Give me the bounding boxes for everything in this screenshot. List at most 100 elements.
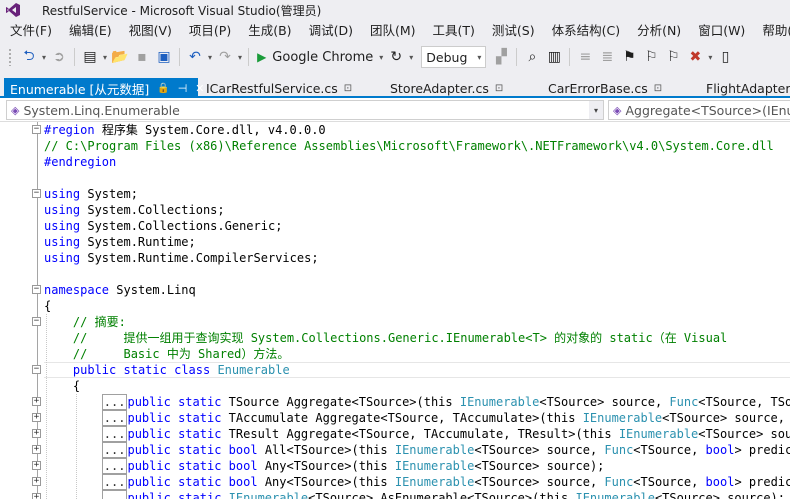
navigate-forward-icon[interactable]: ➲ [48,46,70,68]
collapsed-code-marker[interactable]: ... [101,410,128,426]
redo-icon[interactable]: ↷ [214,46,236,68]
code-line: using System.Runtime; [44,235,196,249]
collapsed-code-marker[interactable]: ... [101,474,128,490]
undo-icon[interactable]: ↶ [184,46,206,68]
comment-out-icon[interactable]: ≡ [574,46,596,68]
save-all-icon[interactable]: ▣ [153,46,175,68]
types-dropdown[interactable]: ◈ System.Linq.Enumerable ▾ [6,100,604,120]
code-line: using System; [44,187,138,201]
clear-bookmarks-icon[interactable]: ✖ [684,46,706,68]
tab-label: ICarRestfulService.cs [206,80,338,96]
solution-explorer-icon[interactable]: ▥ [543,46,565,68]
pin-icon[interactable]: ⊣ [178,82,188,95]
start-debugging-button[interactable]: ▶ Google Chrome [253,46,377,68]
collapsed-code-marker[interactable]: ... [101,442,128,458]
code-line: { [44,379,81,393]
code-line: ... public static IEnumerable<TSource> As… [44,490,785,499]
chevron-down-icon[interactable]: ▾ [589,101,603,119]
code-line: using System.Collections.Generic; [44,219,283,233]
save-icon[interactable]: ▪ [131,46,153,68]
code-line: using System.Collections; [44,203,225,217]
collapsed-code-marker[interactable]: ... [101,490,128,499]
members-dropdown-value: Aggregate<TSource>(IEnumerable< [625,102,790,118]
tab-flightadapter[interactable]: FlightAdapter.cs [706,78,790,98]
toolbar-more-icon[interactable]: ▯ [714,46,736,68]
expand-method-toggle[interactable]: + [32,413,41,422]
menu-analyze[interactable]: 分析(N) [627,20,688,42]
code-line: ... public static bool Any<TSource>(this … [101,458,605,474]
menu-view[interactable]: 视图(V) [119,20,179,42]
code-line: ... public static bool All<TSource>(this … [101,442,790,458]
expand-method-toggle[interactable]: + [32,477,41,486]
refresh-dropdown-icon[interactable]: ▾ [409,53,413,62]
expand-method-toggle[interactable]: + [32,493,41,499]
previous-bookmark-icon[interactable]: ⚐ [640,46,662,68]
menu-build[interactable]: 生成(B) [238,20,298,42]
collapse-usings-toggle[interactable]: − [32,189,41,198]
bookmark-icon[interactable]: ⚑ [618,46,640,68]
toolbar-options-dropdown-icon[interactable]: ▾ [708,53,712,62]
expand-method-toggle[interactable]: + [32,445,41,454]
menu-debug[interactable]: 调试(D) [299,20,360,42]
menu-bar: 文件(F) 编辑(E) 视图(V) 项目(P) 生成(B) 调试(D) 团队(M… [0,20,790,42]
menu-team[interactable]: 团队(M) [360,20,423,42]
menu-tools[interactable]: 工具(T) [423,20,482,42]
expand-method-toggle[interactable]: + [32,429,41,438]
run-target-dropdown-icon[interactable]: ▾ [379,53,383,62]
undo-dropdown-icon[interactable]: ▾ [208,53,212,62]
navigate-back-dropdown-icon[interactable]: ▾ [42,53,46,62]
refresh-icon[interactable]: ↻ [385,46,407,68]
expand-method-toggle[interactable]: + [32,461,41,470]
collapse-comment-toggle[interactable]: − [32,317,41,326]
tab-icarrestfulservice[interactable]: ICarRestfulService.cs ⊡ [206,78,352,98]
navigate-back-icon[interactable]: ⮌ [18,46,40,68]
toolbar-separator [248,48,250,66]
find-in-files-icon[interactable]: ⌕ [521,46,543,68]
code-line: ... public static TSource Aggregate<TSour… [101,394,790,410]
menu-architecture[interactable]: 体系结构(C) [542,20,627,42]
uncomment-icon[interactable]: ≣ [596,46,618,68]
collapse-class-toggle[interactable]: − [32,365,41,374]
menu-window[interactable]: 窗口(W) [688,20,752,42]
menu-edit[interactable]: 编辑(E) [59,20,119,42]
members-dropdown[interactable]: ◈ Aggregate<TSource>(IEnumerable< [608,100,790,120]
indent-guide [46,314,47,499]
code-line: public static class Enumerable [72,363,290,377]
tab-enumerable[interactable]: Enumerable [从元数据] 🔒 ⊣ ✕ [4,78,205,98]
toolbar-overflow-icon[interactable]: ▞ [490,46,512,68]
collapsed-code-marker[interactable]: ... [101,458,128,474]
collapsed-code-marker[interactable]: ... [101,394,128,410]
open-file-icon[interactable]: 📂 [109,46,131,68]
navigation-bar: ◈ System.Linq.Enumerable ▾ ◈ Aggregate<T… [0,98,790,122]
collapsed-code-marker[interactable]: ... [101,426,128,442]
code-line: { [44,299,52,313]
new-project-dropdown-icon[interactable]: ▾ [103,53,107,62]
new-project-icon[interactable]: ▤ [79,46,101,68]
document-tab-bar: Enumerable [从元数据] 🔒 ⊣ ✕ ICarRestfulServi… [0,72,790,98]
run-target-label: Google Chrome [272,49,374,65]
chevron-down-icon: ▾ [477,52,482,62]
collapse-namespace-toggle[interactable]: − [32,285,41,294]
redo-dropdown-icon[interactable]: ▾ [238,53,242,62]
code-editor[interactable]: − #region 程序集 System.Core.dll, v4.0.0.0 … [0,122,790,499]
play-icon: ▶ [257,50,267,64]
visual-studio-logo-icon [0,0,26,20]
tab-storeadapter[interactable]: StoreAdapter.cs ⊡ [390,78,503,98]
menu-file[interactable]: 文件(F) [0,20,59,42]
tab-carerrorbase[interactable]: CarErrorBase.cs ⊡ [548,78,662,98]
code-line: namespace System.Linq [44,283,196,297]
solution-configuration-select[interactable]: Debug ▾ [421,46,487,68]
collapse-region-toggle[interactable]: − [32,125,41,134]
next-bookmark-icon[interactable]: ⚐ [662,46,684,68]
close-icon[interactable]: ✕ [195,82,204,95]
code-line: ... public static bool Any<TSource>(this … [101,474,790,490]
toolbar-grip[interactable] [8,48,12,66]
menu-help[interactable]: 帮助(H) [752,20,790,42]
menu-project[interactable]: 项目(P) [179,20,238,42]
standard-toolbar: ⮌ ▾ ➲ ▤ ▾ 📂 ▪ ▣ ↶ ▾ ↷ ▾ ▶ Google Chrome … [0,42,790,72]
code-line: #region 程序集 System.Core.dll, v4.0.0.0 [44,123,326,137]
menu-test[interactable]: 测试(S) [482,20,542,42]
toolbar-separator [516,48,518,66]
code-line: // 提供一组用于查询实现 System.Collections.Generic… [72,331,728,345]
expand-method-toggle[interactable]: + [32,397,41,406]
